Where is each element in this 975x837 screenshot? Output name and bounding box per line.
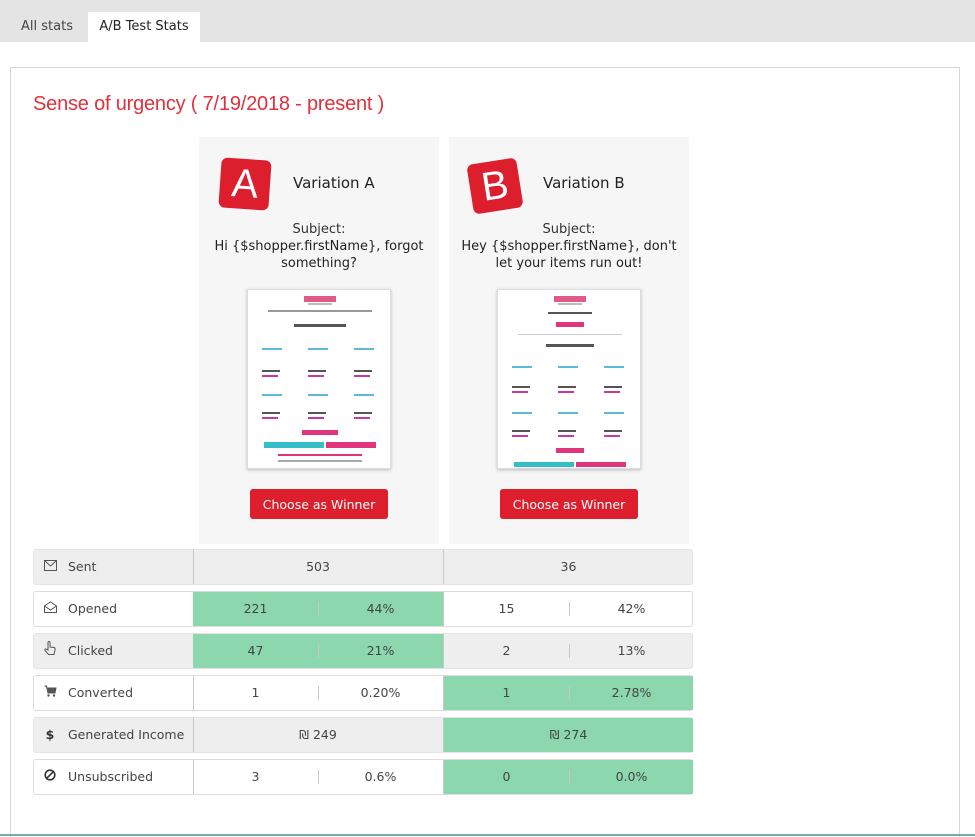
sent-count: 36 bbox=[560, 559, 577, 574]
row-label: Sent bbox=[34, 550, 194, 584]
bottom-border bbox=[0, 834, 975, 836]
unsubscribed-count: 0 bbox=[502, 769, 511, 784]
variation-b-subject: Subject: Hey {$shopper.firstName}, don't… bbox=[457, 221, 681, 272]
unsubscribed-rate: 0.0% bbox=[615, 769, 648, 784]
email-preview-graphic bbox=[512, 296, 626, 467]
converted-rate: 2.78% bbox=[611, 685, 652, 700]
ab-test-panel: Sense of urgency ( 7/19/2018 - present )… bbox=[10, 67, 960, 837]
converted-rate: 0.20% bbox=[360, 685, 401, 700]
row-label: Unsubscribed bbox=[34, 760, 194, 794]
subject-label: Subject: bbox=[542, 222, 596, 237]
envelope-open-icon bbox=[42, 592, 58, 626]
stat-label: Unsubscribed bbox=[68, 769, 153, 784]
tab-all-stats[interactable]: All stats bbox=[10, 12, 84, 42]
stats-row-sent: Sent 503 36 bbox=[33, 549, 693, 585]
variation-b-badge: B bbox=[466, 157, 524, 215]
converted-count: 1 bbox=[251, 685, 260, 700]
stat-label: Converted bbox=[68, 685, 134, 700]
converted-count: 1 bbox=[502, 685, 511, 700]
stats-row-opened: Opened 221 44% 15 42% bbox=[33, 591, 693, 627]
clicked-count: 47 bbox=[247, 643, 264, 658]
ban-icon bbox=[42, 760, 58, 794]
stats-row-unsubscribed: Unsubscribed 3 0.6% 0 0.0% bbox=[33, 759, 693, 795]
variation-b-value: 36 bbox=[443, 550, 693, 584]
income-value: ₪ 249 bbox=[299, 727, 337, 742]
dollar-icon: $ bbox=[45, 727, 55, 742]
opened-count: 221 bbox=[243, 601, 268, 616]
email-preview-graphic bbox=[262, 296, 376, 462]
subject-text: Hey {$shopper.firstName}, don't let your… bbox=[461, 239, 677, 271]
variation-b-name: Variation B bbox=[543, 174, 625, 192]
envelope-icon bbox=[42, 550, 58, 584]
income-value: ₪ 274 bbox=[549, 727, 588, 742]
stat-label: Sent bbox=[68, 559, 97, 574]
stats-row-clicked: Clicked 47 21% 2 13% bbox=[33, 633, 693, 669]
row-label: $ Generated Income bbox=[34, 718, 194, 752]
stat-label: Clicked bbox=[68, 643, 113, 658]
row-label: Converted bbox=[34, 676, 194, 710]
variation-a-value: 1 0.20% bbox=[193, 676, 443, 710]
variation-a-value: ₪ 249 bbox=[193, 718, 443, 752]
tab-ab-test-stats[interactable]: A/B Test Stats bbox=[88, 12, 200, 42]
email-preview-thumbnail-b[interactable] bbox=[497, 289, 641, 469]
stat-label: Generated Income bbox=[68, 727, 185, 742]
variation-b-card: B Variation B Subject: Hey {$shopper.fir… bbox=[449, 137, 689, 544]
clicked-count: 2 bbox=[502, 643, 511, 658]
subject-label: Subject: bbox=[292, 222, 346, 237]
stats-table: Sent 503 36 Opened 221 44% 15 42% Clicke… bbox=[33, 549, 693, 801]
unsubscribed-count: 3 bbox=[251, 769, 260, 784]
row-label: Opened bbox=[34, 592, 194, 626]
variation-b-value: 1 2.78% bbox=[443, 676, 693, 710]
test-title: Sense of urgency ( 7/19/2018 - present ) bbox=[33, 93, 385, 115]
opened-rate: 42% bbox=[617, 601, 646, 616]
variation-a-value: 503 bbox=[193, 550, 443, 584]
stats-row-converted: Converted 1 0.20% 1 2.78% bbox=[33, 675, 693, 711]
variation-a-card: A Variation A Subject: Hi {$shopper.firs… bbox=[199, 137, 439, 544]
row-label: Clicked bbox=[34, 634, 194, 668]
choose-winner-button-b[interactable]: Choose as Winner bbox=[500, 489, 638, 519]
choose-winner-button-a[interactable]: Choose as Winner bbox=[250, 489, 388, 519]
variation-a-name: Variation A bbox=[293, 174, 375, 192]
variation-b-value: 0 0.0% bbox=[443, 760, 693, 794]
clicked-rate: 21% bbox=[366, 643, 395, 658]
variation-b-value: 2 13% bbox=[443, 634, 693, 668]
variation-a-value: 3 0.6% bbox=[193, 760, 443, 794]
stat-label: Opened bbox=[68, 601, 118, 616]
stats-row-income: $ Generated Income ₪ 249 ₪ 274 bbox=[33, 717, 693, 753]
variation-a-value: 47 21% bbox=[193, 634, 443, 668]
variation-a-subject: Subject: Hi {$shopper.firstName}, forgot… bbox=[207, 221, 431, 272]
variation-b-value: 15 42% bbox=[443, 592, 693, 626]
opened-rate: 44% bbox=[366, 601, 395, 616]
tab-bar: All stats A/B Test Stats bbox=[0, 0, 975, 42]
hand-pointer-icon bbox=[42, 634, 58, 668]
subject-text: Hi {$shopper.firstName}, forgot somethin… bbox=[214, 239, 424, 271]
variation-b-value: ₪ 274 bbox=[443, 718, 693, 752]
variation-a-value: 221 44% bbox=[193, 592, 443, 626]
unsubscribed-rate: 0.6% bbox=[364, 769, 397, 784]
clicked-rate: 13% bbox=[617, 643, 646, 658]
variation-a-badge: A bbox=[218, 157, 272, 211]
cart-icon bbox=[42, 676, 58, 710]
email-preview-thumbnail-a[interactable] bbox=[247, 289, 391, 469]
sent-count: 503 bbox=[306, 559, 330, 574]
opened-count: 15 bbox=[498, 601, 515, 616]
